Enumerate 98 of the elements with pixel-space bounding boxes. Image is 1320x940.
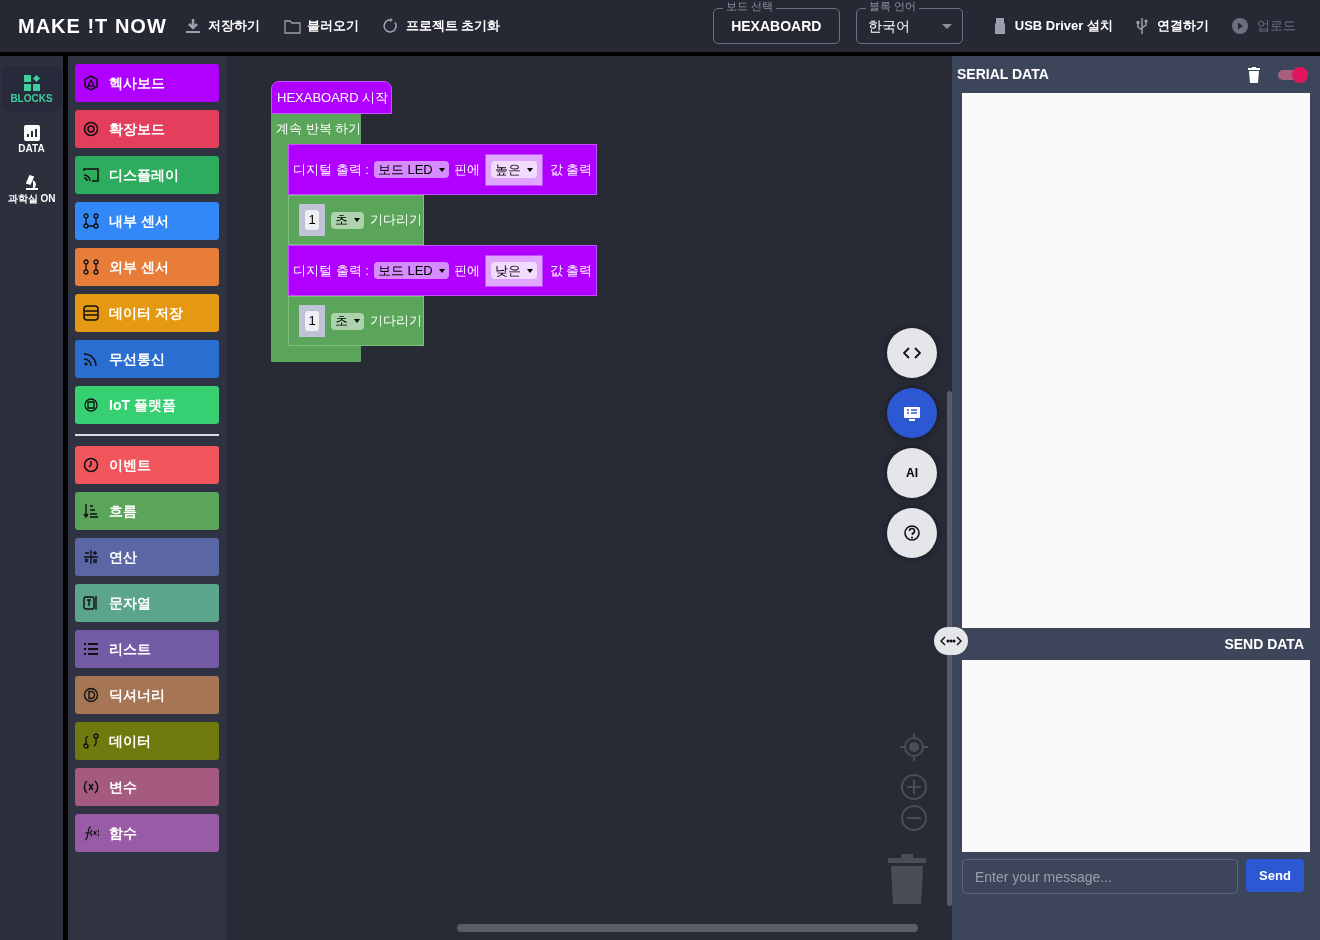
wait-block[interactable]: 1 초 기다리기	[288, 195, 424, 245]
folder-icon	[283, 18, 301, 34]
trash-icon[interactable]	[1248, 66, 1260, 83]
block-label: 핀에	[453, 160, 480, 179]
function-icon	[83, 825, 99, 841]
menu-button[interactable]: 프로젝트 초기화	[382, 16, 501, 36]
field-label: 블록 언어	[865, 0, 919, 13]
play-icon	[1231, 18, 1249, 34]
caret-icon	[354, 319, 360, 323]
select-value: 한국어	[867, 16, 910, 36]
number-field[interactable]: 1	[305, 210, 319, 230]
number-block[interactable]: 1	[299, 204, 325, 236]
horizontal-scrollbar[interactable]	[457, 924, 918, 932]
category-button[interactable]: 리스트	[75, 630, 219, 668]
category-button[interactable]: 내부 센서	[75, 202, 219, 240]
caret-icon	[354, 218, 360, 222]
value-dropdown[interactable]: 낮은	[490, 262, 537, 279]
nav-tab[interactable]: DATA	[1, 116, 62, 162]
iot-icon	[83, 397, 99, 413]
category-button[interactable]: 딕셔너리	[75, 676, 219, 714]
variable-icon	[83, 779, 99, 795]
loop-block[interactable]: 계속 반복 하기 디지털 출력 : 보드 LED 핀에 높은 값 출력 1 초 기다리기 디지털 출력 : 보드 LED 핀에 낮은 값 출력 1 초 기다리기	[271, 114, 598, 362]
chart-icon	[23, 124, 40, 141]
nodes-icon	[83, 259, 99, 275]
category-button[interactable]: 헥사보드	[75, 64, 219, 102]
category-button[interactable]: 변수	[75, 768, 219, 806]
block-label: 디지털 출력 :	[293, 261, 369, 280]
block-label: 계속 반복 하기	[275, 120, 359, 139]
signal-icon	[83, 351, 99, 367]
monitor-icon	[903, 405, 921, 421]
unit-dropdown[interactable]: 초	[331, 312, 364, 330]
block-label: 디지털 출력 :	[293, 160, 369, 179]
menu-button[interactable]: 저장하기	[184, 16, 260, 36]
value-block[interactable]: 낮은	[484, 254, 543, 287]
usb-stick-icon	[992, 18, 1007, 34]
wait-block[interactable]: 1 초 기다리기	[288, 296, 424, 346]
blocks-icon	[23, 74, 40, 91]
microscope-icon	[23, 174, 40, 191]
panel-title: SEND DATA	[1224, 634, 1304, 654]
usb-icon	[1135, 18, 1149, 34]
nav-tab[interactable]: BLOCKS	[1, 66, 62, 112]
caret-icon	[438, 268, 445, 273]
round-button[interactable]	[887, 328, 937, 378]
caret-icon	[526, 167, 533, 172]
cast-icon	[83, 167, 99, 183]
circle-letter-icon	[83, 687, 99, 703]
block-label: 값 출력	[549, 261, 593, 280]
list-icon	[83, 641, 99, 657]
block-label: 값 출력	[549, 160, 593, 179]
digital-write-block[interactable]: 디지털 출력 : 보드 LED 핀에 낮은 값 출력	[288, 245, 598, 296]
toolbar-button[interactable]: 연결하기	[1135, 16, 1209, 36]
menu-button[interactable]: 불러오기	[283, 16, 359, 36]
download-icon	[184, 18, 202, 34]
toolbar-button[interactable]: USB Driver 설치	[992, 16, 1113, 36]
vertical-scrollbar[interactable]	[947, 391, 952, 906]
digital-write-block[interactable]: 디지털 출력 : 보드 LED 핀에 높은 값 출력	[288, 144, 598, 195]
swap-icon	[83, 733, 99, 749]
category-button[interactable]: 함수	[75, 814, 219, 852]
clock-icon	[83, 457, 99, 473]
help-icon	[903, 525, 921, 541]
round-button[interactable]	[887, 508, 937, 558]
value-dropdown[interactable]: 높은	[490, 161, 537, 178]
category-button[interactable]: 무선통신	[75, 340, 219, 378]
value-block[interactable]: 높은	[484, 153, 543, 186]
nodes-icon	[83, 213, 99, 229]
panel-title: SERIAL DATA	[957, 65, 1049, 84]
category-button[interactable]: 데이터	[75, 722, 219, 760]
code-icon	[903, 345, 921, 361]
caret-icon	[526, 268, 533, 273]
hat-block[interactable]: HEXABOARD 시작	[271, 81, 392, 114]
panel-resize-handle[interactable]	[934, 627, 968, 655]
hexagon-icon	[83, 75, 99, 91]
pin-dropdown[interactable]: 보드 LED	[373, 161, 449, 178]
database-icon	[83, 305, 99, 321]
unit-dropdown[interactable]: 초	[331, 211, 364, 229]
round-button[interactable]: AI	[887, 448, 937, 498]
flow-icon	[83, 503, 99, 519]
number-field[interactable]: 1	[305, 311, 319, 331]
caret-icon	[438, 167, 445, 172]
category-button[interactable]: 연산	[75, 538, 219, 576]
text-icon	[83, 595, 99, 611]
number-block[interactable]: 1	[299, 305, 325, 337]
operators-icon	[83, 549, 99, 565]
block-label: 기다리기	[370, 312, 422, 331]
block-label: 기다리기	[370, 211, 422, 230]
app-logo: MAKE !T NOW	[18, 14, 167, 39]
refresh-icon	[382, 18, 400, 34]
round-button[interactable]	[887, 388, 937, 438]
nav-tab[interactable]: 과학실 ON	[1, 166, 62, 212]
field-label: 보드 선택	[722, 0, 776, 13]
pin-dropdown[interactable]: 보드 LED	[373, 262, 449, 279]
message-input[interactable]: Enter your message...	[962, 859, 1238, 894]
block-label: 핀에	[453, 261, 480, 280]
category-button[interactable]: 확장보드	[75, 110, 219, 148]
caret-icon	[941, 23, 952, 29]
gear-icon	[83, 121, 99, 137]
send-button[interactable]: Send	[1246, 859, 1304, 892]
select-value: HEXABOARD	[731, 16, 822, 36]
